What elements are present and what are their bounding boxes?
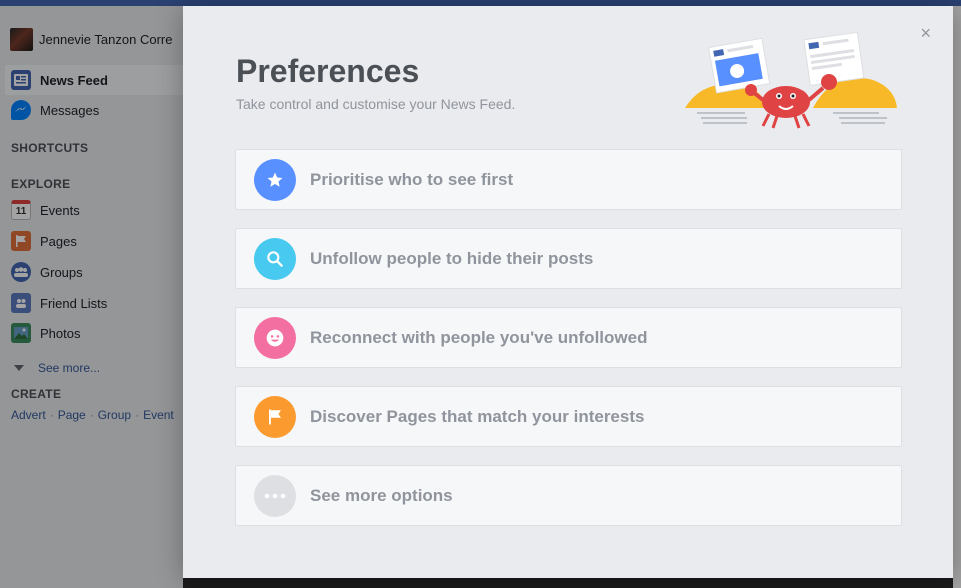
star-icon xyxy=(254,158,296,201)
option-prioritise[interactable]: Prioritise who to see first xyxy=(235,149,902,210)
close-button[interactable]: × xyxy=(920,24,931,42)
dialog-subtitle: Take control and customise your News Fee… xyxy=(236,96,516,112)
option-see-more[interactable]: See more options xyxy=(235,465,902,526)
option-discover-pages[interactable]: Discover Pages that match your interests xyxy=(235,386,902,447)
option-label: Reconnect with people you've unfollowed xyxy=(310,327,648,347)
more-icon xyxy=(254,474,296,517)
dialog-title: Preferences xyxy=(236,53,420,89)
flag-icon xyxy=(254,395,296,438)
option-reconnect[interactable]: Reconnect with people you've unfollowed xyxy=(235,307,902,368)
preferences-dialog: × Preferences Take control and customise… xyxy=(183,6,953,578)
option-label: Prioritise who to see first xyxy=(310,169,514,189)
preference-options: Prioritise who to see first Unfollow peo… xyxy=(235,149,902,544)
search-icon xyxy=(254,237,296,280)
option-label: Discover Pages that match your interests xyxy=(310,406,645,426)
option-label: Unfollow people to hide their posts xyxy=(310,248,594,268)
option-unfollow[interactable]: Unfollow people to hide their posts xyxy=(235,228,902,289)
crab-illustration xyxy=(685,31,897,129)
smiley-icon xyxy=(254,316,296,359)
option-label: See more options xyxy=(310,485,453,505)
